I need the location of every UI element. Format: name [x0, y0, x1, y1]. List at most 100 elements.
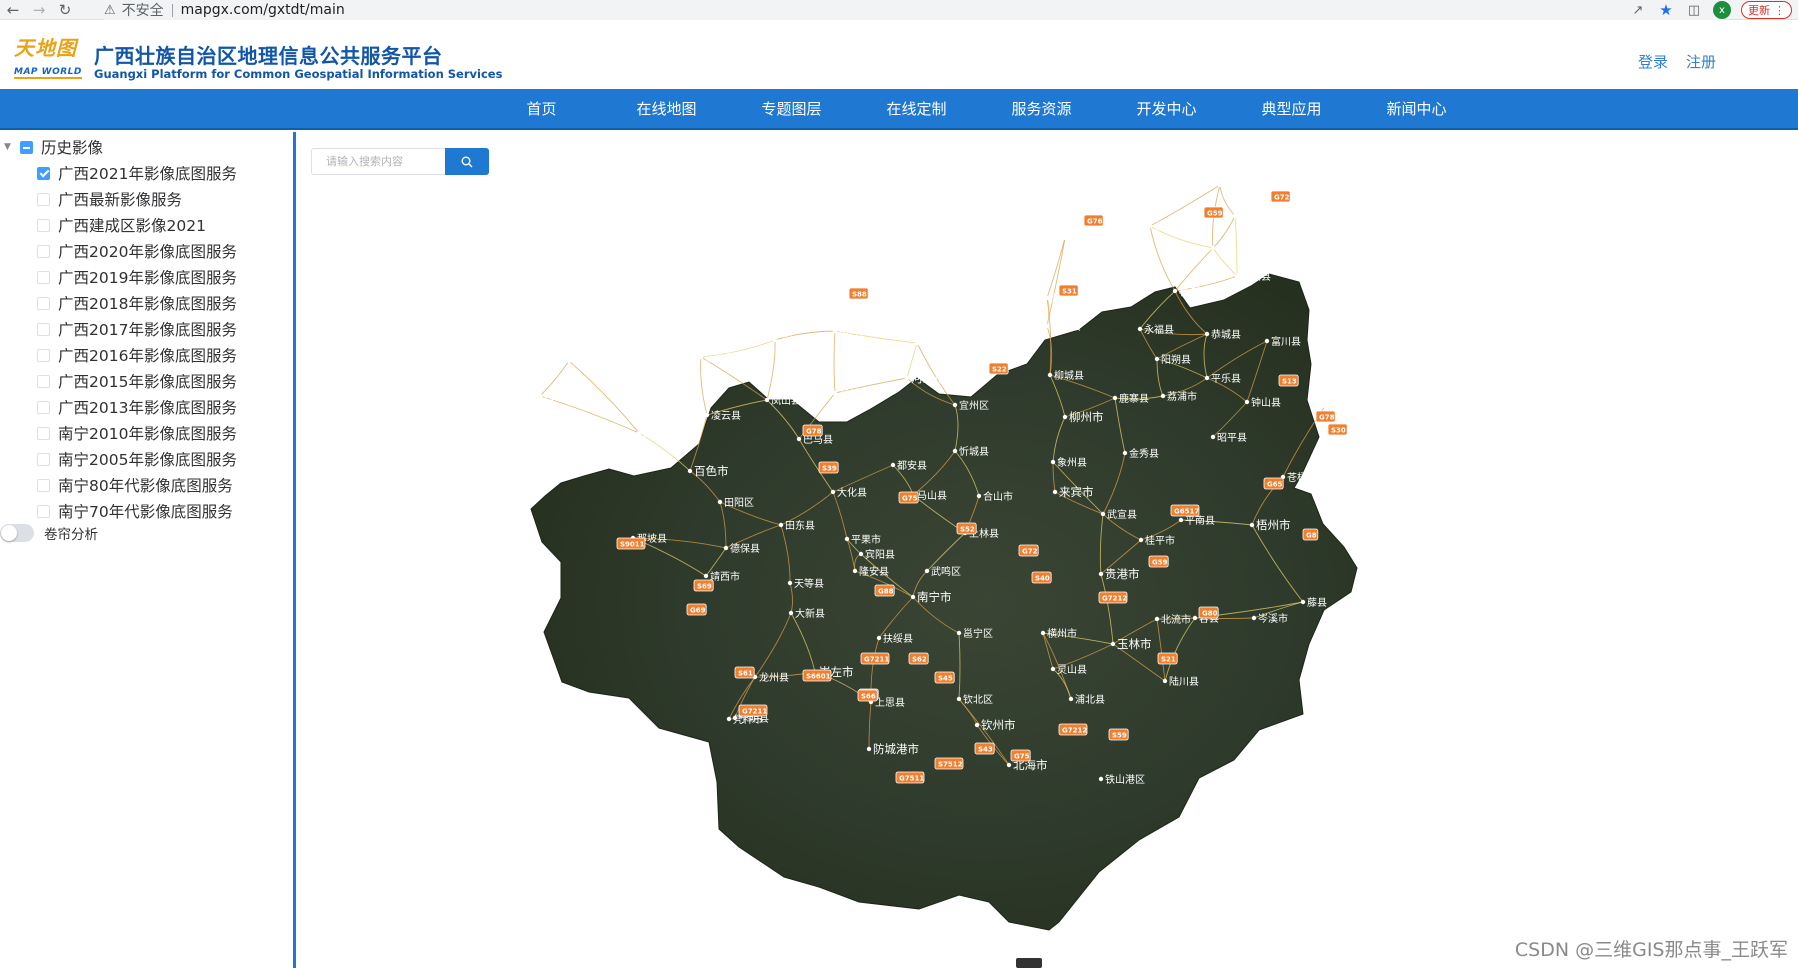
place-label[interactable]: 环江县 [921, 338, 951, 350]
place-label[interactable]: 隆安县 [859, 565, 889, 578]
place-label[interactable]: 藤县 [1307, 597, 1327, 609]
place-label[interactable]: 大化县 [837, 486, 867, 499]
layer-item[interactable]: 南宁70年代影像底图服务 [37, 498, 237, 524]
layer-item[interactable]: 南宁80年代影像底图服务 [37, 472, 237, 498]
sidepanel-icon[interactable]: ◫ [1685, 1, 1703, 19]
place-label[interactable]: 玉林市 [1117, 637, 1152, 651]
place-label[interactable]: 永福县 [1144, 323, 1174, 336]
place-label[interactable]: 都安县 [897, 459, 927, 472]
place-label[interactable]: 钦北区 [963, 694, 993, 706]
place-label[interactable]: 恭城县 [1211, 329, 1241, 341]
search-input[interactable] [311, 148, 445, 175]
place-label[interactable]: 百色市 [694, 464, 729, 478]
swipe-toggle[interactable] [0, 524, 34, 542]
map-canvas[interactable]: 资源县全州县龙胜县三江县兴安县灌阳县桂林市融安县南丹县天峨县 环江县融水县 永福县恭… [299, 132, 1798, 968]
search-button[interactable] [445, 148, 489, 175]
tree-node-history-imagery[interactable]: ▼ 历史影像 [4, 137, 103, 157]
profile-avatar[interactable]: x [1713, 1, 1731, 19]
warning-icon[interactable]: ⚠ [104, 3, 116, 18]
layer-item[interactable]: 广西2020年影像底图服务 [37, 238, 237, 264]
place-label[interactable]: 马山县 [917, 490, 947, 502]
place-label[interactable]: 融水县 [1051, 321, 1081, 333]
layer-checkbox[interactable] [37, 270, 50, 284]
place-label[interactable]: 贵港市 [1105, 567, 1140, 581]
place-label[interactable]: 天峨县 [779, 335, 809, 347]
place-label[interactable]: 南丹县 [839, 325, 869, 338]
place-label[interactable]: 合山市 [983, 490, 1013, 503]
place-label[interactable]: 防城港市 [873, 742, 919, 756]
place-label[interactable]: 乐业县 [705, 352, 735, 364]
place-label[interactable]: 武宣县 [1107, 508, 1137, 521]
place-label[interactable]: 兴安县 [1217, 242, 1247, 255]
layer-item[interactable]: 广西2016年影像底图服务 [37, 342, 237, 368]
place-label[interactable]: 扶绥县 [883, 632, 913, 645]
layer-item[interactable]: 广西建成区影像2021 [37, 212, 237, 238]
place-label[interactable]: 金秀县 [1129, 447, 1159, 460]
place-label[interactable]: 横州市 [1047, 627, 1077, 640]
layer-item[interactable]: 广西2015年影像底图服务 [37, 368, 237, 394]
place-label[interactable]: 东兰县 [839, 387, 869, 400]
address-bar[interactable]: ⚠ 不安全 mapgx.com/gxtdt/main [104, 0, 1724, 20]
layer-item[interactable]: 广西2013年影像底图服务 [37, 394, 237, 420]
update-button[interactable]: 更新 ⋮ [1741, 1, 1792, 19]
place-label[interactable]: 灵山县 [1057, 664, 1087, 676]
place-label[interactable]: 富川县 [1271, 335, 1301, 348]
place-label[interactable]: 德保县 [730, 542, 760, 555]
place-label[interactable]: 铁山港区 [1105, 773, 1145, 786]
place-label[interactable]: 大新县 [795, 607, 825, 620]
place-label[interactable]: 钟山县 [1251, 396, 1281, 409]
place-label[interactable]: 桂林市 [1179, 284, 1214, 298]
place-label[interactable]: 苍梧县 [1287, 471, 1317, 484]
place-label[interactable]: 岑溪市 [1258, 612, 1288, 625]
layer-item[interactable]: 南宁2010年影像底图服务 [37, 420, 237, 446]
layer-item[interactable]: 广西2019年影像底图服务 [37, 264, 237, 290]
place-label[interactable]: 象州县 [1057, 457, 1087, 469]
nav-item-3[interactable]: 在线定制 [854, 89, 979, 130]
security-label[interactable]: 不安全 [122, 0, 164, 20]
url-text[interactable]: mapgx.com/gxtdt/main [181, 2, 345, 18]
place-label[interactable]: 北流市 [1161, 613, 1191, 626]
place-label[interactable]: 桂平市 [1145, 534, 1175, 547]
place-label[interactable]: 龙胜县 [1154, 220, 1184, 233]
nav-item-5[interactable]: 开发中心 [1104, 89, 1229, 130]
place-label[interactable]: 凤山县 [771, 395, 801, 407]
place-label[interactable]: 柳州市 [1069, 410, 1104, 424]
layer-checkbox[interactable] [37, 218, 50, 232]
nav-item-1[interactable]: 在线地图 [604, 89, 729, 130]
place-label[interactable]: 昭平县 [1217, 432, 1247, 444]
place-label[interactable]: 隆林县 [573, 355, 603, 368]
place-label[interactable]: 来宾市 [1059, 485, 1094, 499]
layer-checkbox[interactable] [37, 374, 50, 388]
place-label[interactable]: 阳朔县 [1161, 353, 1191, 366]
layer-checkbox[interactable] [37, 478, 50, 492]
place-label[interactable]: 南宁市 [917, 590, 952, 604]
place-label[interactable]: 凌云县 [711, 409, 741, 422]
place-label[interactable]: 柳城县 [1054, 369, 1084, 382]
place-label[interactable]: 鹿寨县 [1119, 392, 1149, 405]
layer-checkbox[interactable] [37, 166, 50, 180]
layer-item[interactable]: 南宁2005年影像底图服务 [37, 446, 237, 472]
root-checkbox[interactable] [20, 140, 33, 154]
forward-icon[interactable]: → [26, 0, 52, 20]
place-label[interactable]: 荔浦市 [1167, 390, 1197, 403]
map-view[interactable]: 资源县 全州县 龙胜县 三江县 兴安县 灌阳县 桂林市 融安县 南丹县 天峨县 环江县 融水县 永福县恭… [299, 132, 1798, 968]
place-label[interactable]: 宜州区 [959, 399, 989, 412]
place-label[interactable]: 田东县 [785, 519, 815, 532]
layer-item[interactable]: 广西最新影像服务 [37, 186, 237, 212]
place-label[interactable]: 浦北县 [1075, 693, 1105, 706]
place-label[interactable]: 龙州县 [759, 671, 789, 684]
place-label[interactable]: 天等县 [794, 577, 824, 590]
layer-checkbox[interactable] [37, 296, 50, 310]
place-label[interactable]: 三江县 [1069, 233, 1099, 245]
place-label[interactable]: 西林县 [544, 390, 574, 403]
layer-checkbox[interactable] [37, 348, 50, 362]
layer-item[interactable]: 广西2021年影像底图服务 [37, 160, 237, 186]
register-link[interactable]: 注册 [1686, 51, 1716, 72]
place-label[interactable]: 宾阳县 [865, 548, 895, 561]
place-label[interactable]: 武鸣区 [931, 565, 961, 578]
nav-item-4[interactable]: 服务资源 [979, 89, 1104, 130]
caret-down-icon[interactable]: ▼ [4, 142, 14, 152]
place-label[interactable]: 平果市 [851, 533, 881, 546]
nav-item-6[interactable]: 典型应用 [1229, 89, 1354, 130]
reload-icon[interactable]: ↻ [52, 0, 78, 20]
